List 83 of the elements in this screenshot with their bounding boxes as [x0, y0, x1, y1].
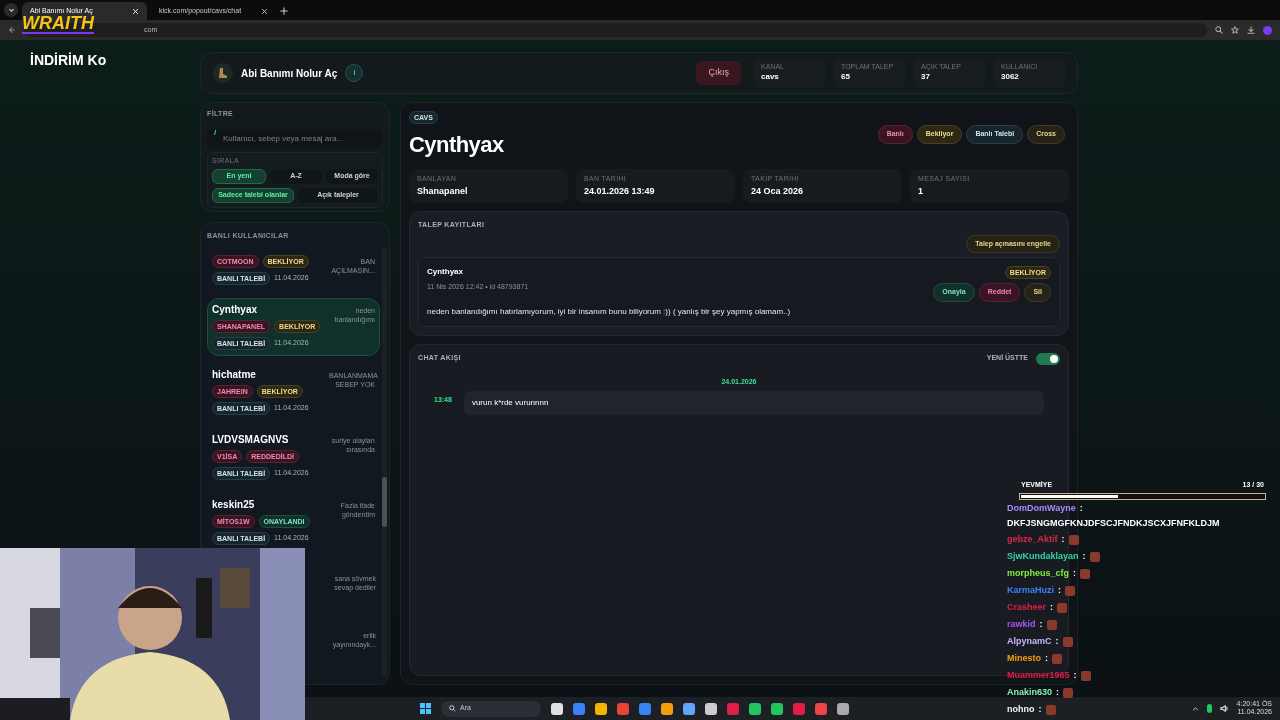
chat-username: gebze_Aktif [1007, 532, 1058, 546]
chat-text: DKFJSNGMGFKNJDFSCJFNDKJSCXJFNFKLDJM [1007, 516, 1221, 530]
emote-icon [1068, 534, 1079, 545]
search-icon [449, 705, 456, 712]
chat-username: DomDomWayne [1007, 502, 1076, 516]
chat-username: Crasheer [1007, 600, 1047, 614]
chat-username: Minesto [1007, 651, 1041, 665]
app-icon[interactable] [661, 702, 673, 715]
microphone-icon[interactable] [1206, 703, 1212, 713]
chat-username: nohno [1007, 702, 1035, 716]
chat-username: AlpynamC [1007, 634, 1052, 648]
colon: : [1045, 651, 1048, 665]
app-icon[interactable] [837, 702, 849, 715]
search-icon[interactable] [1215, 26, 1223, 34]
app-icon[interactable] [595, 702, 607, 715]
colon: : [1073, 668, 1077, 682]
colon: : [1079, 502, 1083, 516]
request-user: Cynthyax [427, 266, 464, 278]
new-tab-icon[interactable] [280, 7, 288, 15]
app-icon[interactable] [771, 702, 783, 715]
request-message: neden banlandığımı hatırlamıyorum, iyi bir insanım bunu biliyorum :)) ( yanlış bir şey yapmış olamam..) [427, 305, 792, 318]
stream-logo: WRAITH [22, 14, 94, 34]
boot-icon [213, 63, 233, 83]
stat-value: cavs [761, 71, 780, 83]
tab-menu-button[interactable] [4, 3, 18, 17]
user-name: LVDVSMAGNVS [212, 433, 290, 446]
star-icon[interactable] [1231, 26, 1239, 34]
chevron-down-icon [7, 6, 15, 14]
colon: : [1050, 600, 1054, 614]
colon: : [1061, 532, 1065, 546]
profile-avatar[interactable] [1263, 25, 1272, 35]
emote-icon [1062, 636, 1073, 647]
user-name: Cynthyax [212, 303, 258, 316]
stat-value: 65 [841, 71, 851, 83]
app-title: Abi Banımı Nolur Aç [241, 66, 338, 81]
colon: : [1039, 617, 1043, 631]
user-name: hichatme [212, 368, 257, 381]
colon: : [1056, 685, 1060, 699]
emote-icon [1057, 602, 1068, 613]
emote-icon [1063, 687, 1074, 698]
stat-value: 3062 [1001, 71, 1020, 83]
chevron-up-icon[interactable] [1191, 704, 1199, 712]
download-icon[interactable] [1247, 26, 1255, 34]
info-button[interactable]: i [345, 64, 364, 82]
windows-icon[interactable] [420, 703, 431, 714]
stat-value: 37 [921, 71, 931, 83]
close-icon[interactable] [261, 7, 268, 15]
emote-icon [1045, 704, 1056, 715]
colon: : [1058, 583, 1061, 597]
toggle-switch[interactable] [1036, 352, 1060, 365]
logout-button[interactable]: Çıkış [696, 61, 741, 85]
slash-prompt: / [214, 126, 217, 139]
app-icon[interactable] [705, 702, 717, 715]
emote-icon [1080, 568, 1090, 579]
chat-username: morpheus_cfg [1007, 566, 1069, 580]
promo-text: İNDİRİM Ko [30, 51, 107, 70]
user-name: keskin25 [212, 498, 256, 511]
info-value: 24.01.2026 13:49 [584, 184, 656, 198]
emote-icon [1080, 670, 1091, 681]
emote-icon [1052, 653, 1062, 664]
info-value: 1 [918, 184, 924, 198]
colon: : [1038, 702, 1042, 716]
chat-username: KarmaHuzi [1007, 583, 1054, 597]
app-icon[interactable] [683, 702, 695, 715]
scrollbar[interactable] [382, 247, 387, 676]
app-icon[interactable] [749, 702, 761, 715]
app-icon[interactable] [551, 702, 563, 715]
chat-username: Muammer1965 [1007, 668, 1070, 682]
back-icon[interactable] [8, 26, 16, 34]
colon: : [1073, 566, 1076, 580]
chat-username: rawkid [1007, 617, 1036, 631]
emote-icon [1046, 619, 1057, 630]
info-value: 24 Oca 2026 [751, 184, 805, 198]
info-value: Shanapanel [417, 184, 469, 198]
user-title: Cynthyax [409, 131, 504, 159]
speaker-icon[interactable] [1219, 703, 1229, 713]
colon: : [1055, 634, 1059, 648]
colon: : [1082, 549, 1086, 563]
chat-username: Anakin630 [1007, 685, 1053, 699]
emote-icon [1065, 585, 1075, 596]
chat-message: vurun k*rde vurunnnn [463, 391, 1044, 415]
chat-username: SjwKundaklayan [1007, 549, 1079, 563]
emote-icon [1089, 551, 1100, 562]
